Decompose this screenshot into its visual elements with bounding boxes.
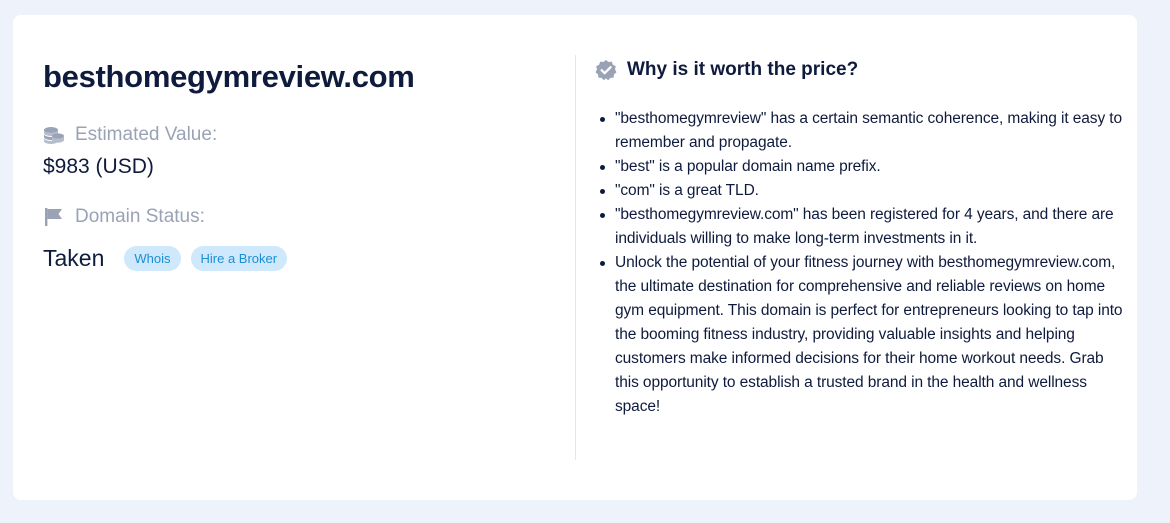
- domain-status-label-row: Domain Status:: [43, 205, 563, 229]
- estimated-value-label: Estimated Value:: [75, 124, 218, 145]
- reason-item: "com" is a great TLD.: [600, 179, 1125, 203]
- verified-badge-icon: [595, 59, 617, 81]
- reason-item: "best" is a popular domain name prefix.: [600, 155, 1125, 179]
- reason-item: "besthomegymreview.com" has been registe…: [600, 203, 1125, 251]
- estimated-value: $983 (USD): [43, 155, 154, 178]
- worth-title: Why is it worth the price?: [627, 59, 859, 80]
- domain-title: besthomegymreview.com: [43, 59, 415, 94]
- whois-button[interactable]: Whois: [124, 245, 181, 271]
- estimated-value-label-row: Estimated Value:: [43, 123, 563, 147]
- reason-item: "besthomegymreview" has a certain semant…: [600, 107, 1125, 155]
- worth-heading-row: Why is it worth the price?: [595, 57, 1125, 83]
- hire-broker-button[interactable]: Hire a Broker: [190, 245, 288, 271]
- domain-info-panel: besthomegymreview.com Estimated Value: $…: [43, 55, 563, 273]
- worth-panel: Why is it worth the price? "besthomegymr…: [595, 57, 1125, 419]
- domain-card: besthomegymreview.com Estimated Value: $…: [13, 15, 1137, 500]
- reasons-list: "besthomegymreview" has a certain semant…: [595, 107, 1125, 419]
- domain-status-row: Taken Whois Hire a Broker: [43, 243, 563, 273]
- domain-status-value: Taken: [43, 245, 105, 271]
- domain-status-label: Domain Status:: [75, 206, 205, 227]
- reason-item: Unlock the potential of your fitness jou…: [600, 251, 1125, 419]
- vertical-divider: [575, 55, 576, 460]
- flag-icon: [43, 206, 65, 228]
- coins-icon: [43, 124, 65, 146]
